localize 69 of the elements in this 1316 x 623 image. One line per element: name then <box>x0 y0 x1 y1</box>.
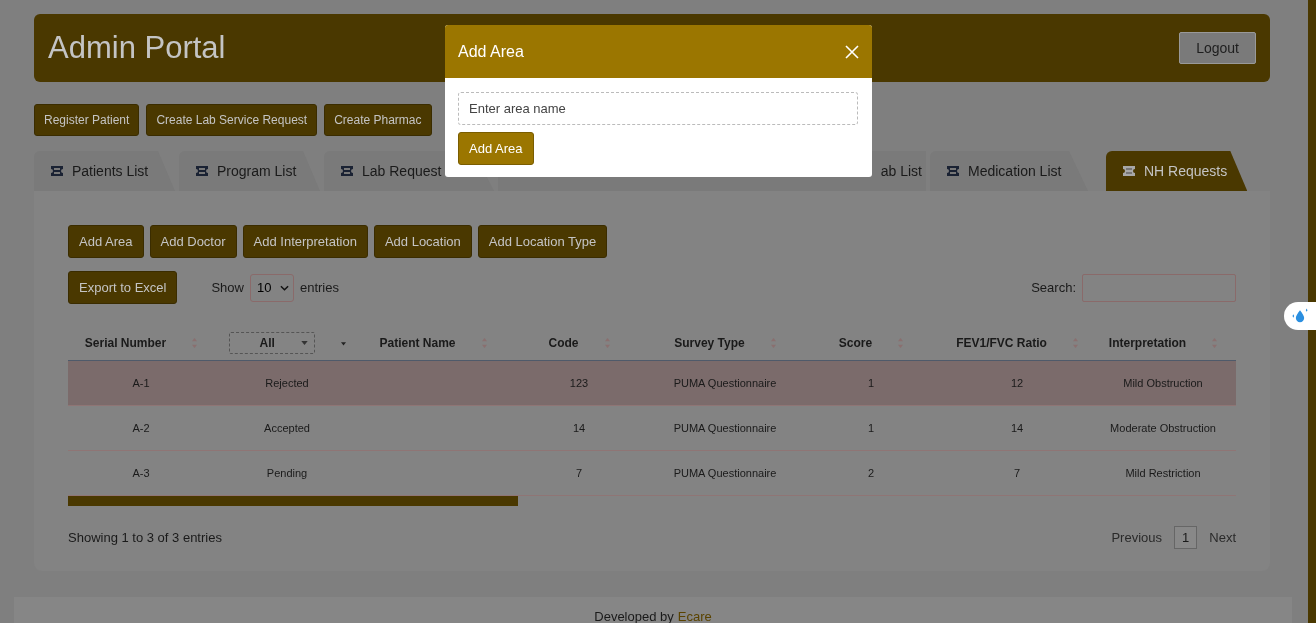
page-button[interactable]: 1 <box>1174 526 1198 549</box>
table-info: Showing 1 to 3 of 3 entries <box>68 530 222 545</box>
table-cell: PUMA Questionnaire <box>673 377 777 389</box>
table-cell: 2 <box>867 467 875 479</box>
table-cell: 7 <box>575 467 583 479</box>
table-cell: Pending <box>266 467 308 479</box>
tab[interactable]: Patients List <box>34 151 175 191</box>
add-button[interactable]: Add Location <box>373 225 472 258</box>
add-button[interactable]: Add Doctor <box>149 225 237 258</box>
status-filter[interactable]: All <box>228 332 315 354</box>
add-button[interactable]: Add Location Type <box>477 225 608 258</box>
table-cell: 14 <box>1010 422 1024 434</box>
column-header[interactable]: FEV1/FVC Ratio <box>956 336 1047 350</box>
table-cell: Accepted <box>264 422 310 434</box>
scrollbar-thumb[interactable] <box>68 496 518 506</box>
table-cell: 14 <box>572 422 586 434</box>
ticket-icon <box>1122 165 1136 177</box>
tab[interactable]: NH Requests <box>1106 151 1248 191</box>
table-cell: Mild Restriction <box>1125 467 1201 479</box>
column-header[interactable]: Survey Type <box>674 336 745 350</box>
next-link[interactable]: Next <box>1209 530 1236 545</box>
column-header[interactable]: Interpretation <box>1108 336 1187 350</box>
table-cell: 12 <box>1010 377 1024 389</box>
column-header[interactable]: Score <box>838 336 873 350</box>
table-cell: 1 <box>867 422 875 434</box>
table-cell: A-3 <box>132 467 150 479</box>
tab[interactable]: Program List <box>179 151 320 191</box>
caret-icon <box>300 341 308 345</box>
ticket-icon <box>946 165 960 177</box>
entries-label: entries <box>299 280 339 295</box>
action-button[interactable]: Register Patient <box>34 104 140 136</box>
modal-title: Add Area <box>458 42 524 61</box>
portal-title: Admin Portal <box>48 30 226 66</box>
table-cell: A-1 <box>132 377 150 389</box>
table-cell: A-2 <box>132 422 150 434</box>
tab[interactable]: Medication List <box>930 151 1088 191</box>
column-header[interactable]: Patient Name <box>379 336 456 350</box>
add-area-button[interactable]: Add Area <box>458 132 534 165</box>
footer-text: Developed by <box>594 609 674 623</box>
chevron-icon <box>279 284 289 291</box>
table-cell: 7 <box>1013 467 1021 479</box>
ticket-icon <box>340 165 354 177</box>
search-label: Search: <box>1031 280 1076 295</box>
area-name-field[interactable]: Enter area name <box>458 92 858 125</box>
add-button[interactable]: Add Interpretation <box>242 225 368 258</box>
logout-button[interactable]: Logout <box>1179 32 1256 64</box>
previous-link[interactable]: Previous <box>1111 530 1163 545</box>
column-header[interactable]: Serial Number <box>84 336 167 350</box>
table-cell: 1 <box>867 377 875 389</box>
action-button[interactable]: Create Pharmac <box>324 104 432 136</box>
action-button[interactable]: Create Lab Service Request <box>146 104 318 136</box>
column-header[interactable]: Code <box>548 336 579 350</box>
add-button[interactable]: Add Area <box>68 225 144 258</box>
show-label: Show <box>211 280 244 295</box>
table-cell: Moderate Obstruction <box>1110 422 1216 434</box>
export-button[interactable]: Export to Excel <box>68 271 178 304</box>
table-cell: PUMA Questionnaire <box>673 422 777 434</box>
ticket-icon <box>195 165 209 177</box>
table-cell: Rejected <box>265 377 309 389</box>
table-cell: 123 <box>569 377 589 389</box>
footer-link[interactable]: Ecare <box>677 609 712 623</box>
widget-button[interactable] <box>1284 302 1316 330</box>
table-cell: Mild Obstruction <box>1123 377 1203 389</box>
entries-select[interactable]: 10 <box>249 273 294 302</box>
table-cell: PUMA Questionnaire <box>673 467 777 479</box>
scrollbar[interactable] <box>1308 0 1316 623</box>
ticket-icon <box>50 165 64 177</box>
close-icon[interactable] <box>845 44 859 59</box>
search-field[interactable] <box>1082 273 1236 302</box>
